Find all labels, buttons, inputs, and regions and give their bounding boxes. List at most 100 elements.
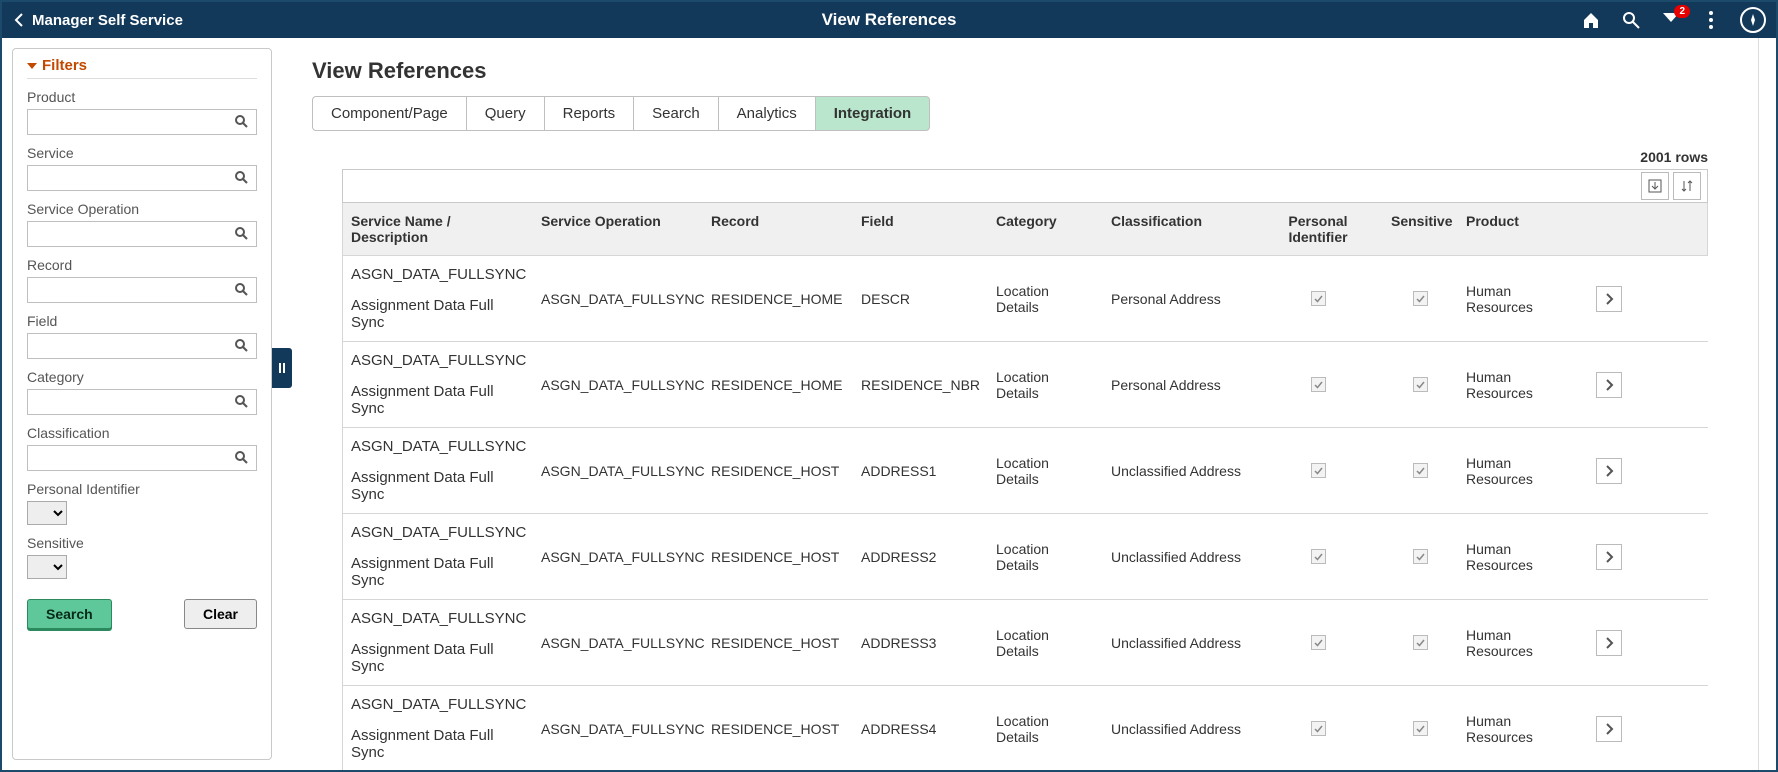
product-label: Product xyxy=(27,89,257,105)
service-description: Assignment Data Full Sync xyxy=(351,727,525,761)
service-operation-label: Service Operation xyxy=(27,201,257,217)
grid-export-icon[interactable] xyxy=(1641,172,1669,200)
service-name: ASGN_DATA_FULLSYNC xyxy=(351,610,525,627)
category-input[interactable] xyxy=(28,395,234,410)
sidebar-collapse-handle[interactable] xyxy=(272,348,292,388)
product-input[interactable] xyxy=(28,115,234,130)
cell-operation: ASGN_DATA_FULLSYNC xyxy=(533,721,703,737)
tab-reports[interactable]: Reports xyxy=(544,96,635,131)
grid-search-bar xyxy=(342,169,1708,203)
lookup-icon[interactable] xyxy=(234,226,250,242)
record-label: Record xyxy=(27,257,257,273)
cell-classification: Unclassified Address xyxy=(1103,463,1253,479)
lookup-icon[interactable] xyxy=(234,394,250,410)
cell-classification: Personal Address xyxy=(1103,377,1253,393)
service-operation-input[interactable] xyxy=(28,227,234,242)
sensitive-checkbox xyxy=(1413,635,1428,650)
search-button[interactable]: Search xyxy=(27,599,112,629)
actions-menu-icon[interactable] xyxy=(1700,9,1722,31)
sensitive-checkbox xyxy=(1413,291,1428,306)
cell-category: Location Details xyxy=(988,627,1103,659)
page-heading: View References xyxy=(312,58,1738,84)
clear-button[interactable]: Clear xyxy=(184,599,257,629)
service-label: Service xyxy=(27,145,257,161)
cell-field: DESCR xyxy=(853,291,988,307)
col-category[interactable]: Category xyxy=(988,203,1103,255)
classification-input[interactable] xyxy=(28,451,234,466)
col-operation[interactable]: Service Operation xyxy=(533,203,703,255)
lookup-icon[interactable] xyxy=(234,282,250,298)
personal-identifier-label: Personal Identifier xyxy=(27,481,257,497)
service-name: ASGN_DATA_FULLSYNC xyxy=(351,696,525,713)
navbar-icon[interactable] xyxy=(1740,7,1766,33)
record-input[interactable] xyxy=(28,283,234,298)
lookup-icon[interactable] xyxy=(234,450,250,466)
service-description: Assignment Data Full Sync xyxy=(351,555,525,589)
cell-operation: ASGN_DATA_FULLSYNC xyxy=(533,463,703,479)
tab-query[interactable]: Query xyxy=(466,96,545,131)
row-details-button[interactable] xyxy=(1596,458,1622,484)
filters-panel: Filters Product Service Service Operatio… xyxy=(12,48,272,760)
cell-record: RESIDENCE_HOST xyxy=(703,721,853,737)
cell-record: RESIDENCE_HOST xyxy=(703,635,853,651)
grid-body[interactable]: ASGN_DATA_FULLSYNC Assignment Data Full S… xyxy=(342,256,1708,770)
row-details-button[interactable] xyxy=(1596,630,1622,656)
cell-record: RESIDENCE_HOME xyxy=(703,377,853,393)
cell-category: Location Details xyxy=(988,541,1103,573)
col-service[interactable]: Service Name / Description xyxy=(343,203,533,255)
col-sensitive[interactable]: Sensitive xyxy=(1383,203,1458,255)
cell-field: ADDRESS1 xyxy=(853,463,988,479)
service-name: ASGN_DATA_FULLSYNC xyxy=(351,524,525,541)
tab-analytics[interactable]: Analytics xyxy=(718,96,816,131)
cell-category: Location Details xyxy=(988,713,1103,745)
personal-identifier-select[interactable] xyxy=(27,501,67,525)
service-description: Assignment Data Full Sync xyxy=(351,383,525,417)
sensitive-select[interactable] xyxy=(27,555,67,579)
cell-product: Human Resources xyxy=(1458,713,1588,745)
row-details-button[interactable] xyxy=(1596,286,1622,312)
cell-classification: Unclassified Address xyxy=(1103,635,1253,651)
grid-sort-icon[interactable] xyxy=(1673,172,1701,200)
table-row: ASGN_DATA_FULLSYNCAssignment Data Full S… xyxy=(343,256,1708,342)
col-personal-identifier[interactable]: Personal Identifier xyxy=(1253,203,1383,255)
cell-operation: ASGN_DATA_FULLSYNC xyxy=(533,635,703,651)
sensitive-checkbox xyxy=(1413,549,1428,564)
back-icon[interactable] xyxy=(12,13,26,27)
lookup-icon[interactable] xyxy=(234,170,250,186)
home-icon[interactable] xyxy=(1580,9,1602,31)
collapse-triangle-icon xyxy=(27,63,37,69)
lookup-icon[interactable] xyxy=(234,114,250,130)
personal-identifier-checkbox xyxy=(1311,463,1326,478)
col-classification[interactable]: Classification xyxy=(1103,203,1253,255)
row-details-button[interactable] xyxy=(1596,544,1622,570)
lookup-icon[interactable] xyxy=(234,338,250,354)
field-input[interactable] xyxy=(28,339,234,354)
page-scrollbar[interactable] xyxy=(1758,38,1776,770)
cell-record: RESIDENCE_HOME xyxy=(703,291,853,307)
service-description: Assignment Data Full Sync xyxy=(351,641,525,675)
tab-component-page[interactable]: Component/Page xyxy=(312,96,467,131)
tab-search[interactable]: Search xyxy=(633,96,719,131)
sensitive-checkbox xyxy=(1413,377,1428,392)
service-input[interactable] xyxy=(28,171,234,186)
personal-identifier-checkbox xyxy=(1311,291,1326,306)
col-product[interactable]: Product xyxy=(1458,203,1588,255)
back-label[interactable]: Manager Self Service xyxy=(32,12,183,29)
col-field[interactable]: Field xyxy=(853,203,988,255)
search-icon[interactable] xyxy=(1620,9,1642,31)
row-details-button[interactable] xyxy=(1596,716,1622,742)
filters-label: Filters xyxy=(42,57,87,74)
grid-search-input[interactable] xyxy=(349,179,1637,194)
sensitive-checkbox xyxy=(1413,721,1428,736)
col-record[interactable]: Record xyxy=(703,203,853,255)
table-row: ASGN_DATA_FULLSYNCAssignment Data Full S… xyxy=(343,342,1708,428)
cell-product: Human Resources xyxy=(1458,541,1588,573)
service-name: ASGN_DATA_FULLSYNC xyxy=(351,438,525,455)
cell-record: RESIDENCE_HOST xyxy=(703,549,853,565)
service-description: Assignment Data Full Sync xyxy=(351,297,525,331)
tab-integration[interactable]: Integration xyxy=(815,96,931,131)
row-details-button[interactable] xyxy=(1596,372,1622,398)
cell-category: Location Details xyxy=(988,369,1103,401)
notifications-icon[interactable]: 2 xyxy=(1660,9,1682,31)
filters-header[interactable]: Filters xyxy=(27,57,257,79)
